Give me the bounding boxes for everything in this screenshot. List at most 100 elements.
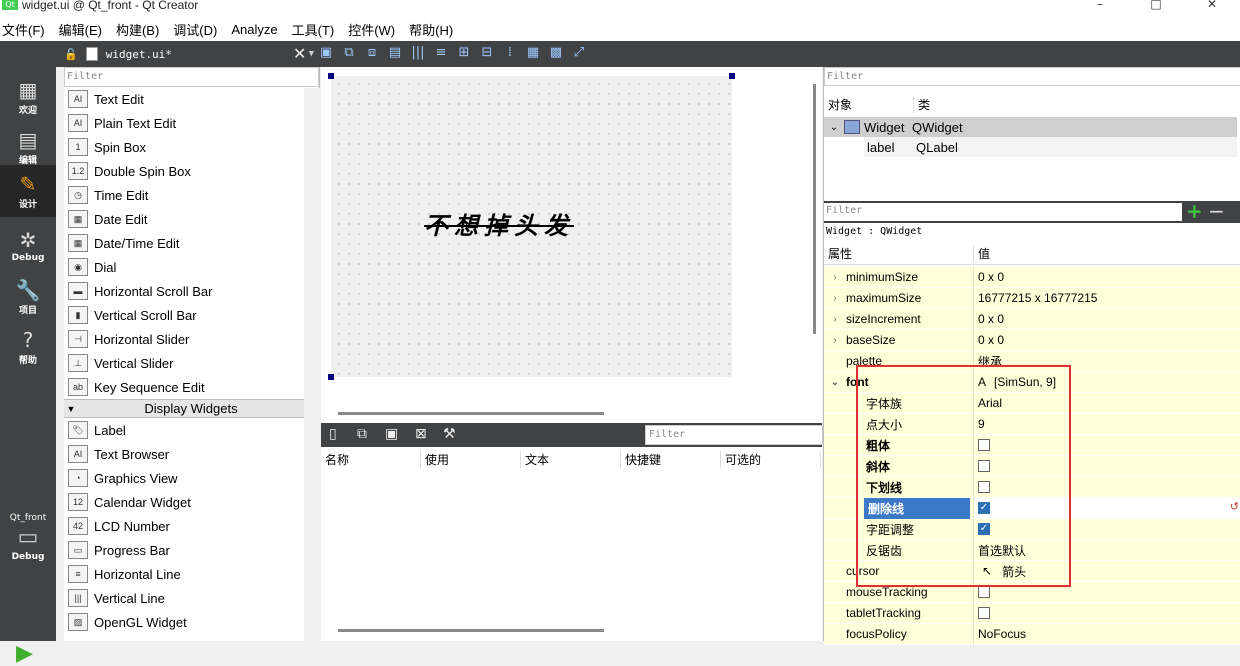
layout-form-icon[interactable]: ⁞ (500, 45, 520, 61)
maximize-button[interactable]: □ (1128, 0, 1184, 10)
col-checkable[interactable]: 可选的 (721, 450, 821, 468)
widget-item-time-edit[interactable]: ◷ Time Edit (64, 183, 304, 207)
widget-item-lcd-number[interactable]: 42 LCD Number (64, 514, 304, 538)
run-icon[interactable]: ▶ (16, 641, 33, 666)
widget-item-vertical-scroll-bar[interactable]: ▮ Vertical Scroll Bar (64, 303, 304, 327)
new-action-icon[interactable]: ▯ (329, 426, 337, 442)
expand-chevron-icon[interactable]: › (824, 335, 846, 346)
widget-item-datetime-edit[interactable]: ▦ Date/Time Edit (64, 231, 304, 255)
category-display-widgets[interactable]: ▼ Display Widgets (64, 399, 304, 418)
widget-item-spin-box[interactable]: 1 Spin Box (64, 135, 304, 159)
expand-chevron-icon[interactable]: › (824, 272, 846, 283)
col-shortcut[interactable]: 快捷键 (621, 450, 721, 468)
property-row-sizeIncrement[interactable]: › sizeIncrement 0 x 0 (824, 308, 1240, 330)
widget-item-horizontal-line[interactable]: ≡ Horizontal Line (64, 562, 304, 586)
resize-handle[interactable] (729, 73, 735, 79)
widget-item-text-browser[interactable]: AI Text Browser (64, 442, 304, 466)
action-filter-input[interactable]: Filter (645, 425, 823, 445)
widget-item-horizontal-slider[interactable]: ⊣ Horizontal Slider (64, 327, 304, 351)
close-window-button[interactable]: ✕ (1184, 0, 1240, 10)
menu-widgets[interactable]: 控件(W) (346, 20, 403, 39)
layout-grid-icon[interactable]: ▦ (523, 45, 543, 61)
widget-item-key-sequence-edit[interactable]: ab Key Sequence Edit (64, 375, 304, 399)
widget-item-label[interactable]: 🏷 Label (64, 418, 304, 442)
adjust-size-icon[interactable]: ⤢ (569, 45, 589, 61)
add-dynamic-property-icon[interactable]: + (1186, 199, 1203, 223)
menu-file[interactable]: 文件(F) (0, 20, 53, 39)
expand-chevron-icon[interactable]: › (824, 314, 846, 325)
open-documents-combo[interactable]: 🔓 widget.ui* ▼ (64, 45, 314, 63)
menu-help[interactable]: 帮助(H) (407, 20, 461, 39)
object-row-widget[interactable]: ⌄ Widget QWidget (824, 117, 1237, 137)
property-row-maximumSize[interactable]: › maximumSize 16777215 x 16777215 (824, 287, 1240, 309)
copy-action-icon[interactable]: ⧉ (357, 426, 367, 442)
menu-edit[interactable]: 编辑(E) (57, 20, 110, 39)
resize-handle[interactable] (328, 73, 334, 79)
col-object[interactable]: 对象 (824, 95, 914, 113)
col-name[interactable]: 名称 (321, 450, 421, 468)
property-row-focusPolicy[interactable]: focusPolicy NoFocus (824, 623, 1240, 645)
widget-item-opengl-widget[interactable]: ▨ OpenGL Widget (64, 610, 304, 634)
widget-item-calendar-widget[interactable]: 12 Calendar Widget (64, 490, 304, 514)
resize-handle[interactable] (328, 374, 334, 380)
layout-horizontal-icon[interactable]: ||| (408, 45, 428, 61)
widget-item-horizontal-scroll-bar[interactable]: ▬ Horizontal Scroll Bar (64, 279, 304, 303)
col-used[interactable]: 使用 (421, 450, 521, 468)
tablet-tracking-checkbox[interactable] (978, 607, 990, 619)
edit-tab-order-icon[interactable]: ▤ (385, 45, 405, 61)
col-value[interactable]: 值 (974, 245, 990, 262)
widget-item-vertical-line[interactable]: ||| Vertical Line (64, 586, 304, 610)
action-hscrollbar[interactable] (338, 629, 604, 632)
mode-welcome[interactable]: ▦ 欢迎 (0, 71, 56, 121)
remove-dynamic-property-icon[interactable]: − (1208, 199, 1225, 223)
widget-item-progress-bar[interactable]: ▭ Progress Bar (64, 538, 304, 562)
object-filter-input[interactable]: Filter (824, 67, 1240, 86)
configure-icon[interactable]: ⚒ (443, 426, 456, 442)
reset-property-icon[interactable]: ↺ (1230, 500, 1239, 513)
property-row-minimumSize[interactable]: › minimumSize 0 x 0 (824, 266, 1240, 288)
form-vscrollbar[interactable] (813, 84, 816, 334)
layout-vsplitter-icon[interactable]: ⊟ (477, 45, 497, 61)
widget-item-date-edit[interactable]: ▦ Date Edit (64, 207, 304, 231)
widget-filter-input[interactable]: Filter (64, 67, 319, 87)
menu-analyze[interactable]: Analyze (229, 22, 285, 37)
widget-item-graphics-view[interactable]: ◔ Graphics View (64, 466, 304, 490)
widget-box-scrollbar[interactable] (304, 88, 320, 641)
close-document-icon[interactable]: ✕ (293, 44, 306, 63)
col-text[interactable]: 文本 (521, 450, 621, 468)
property-row-baseSize[interactable]: › baseSize 0 x 0 (824, 329, 1240, 351)
minimize-button[interactable]: – (1072, 0, 1128, 10)
widget-item-plain-text-edit[interactable]: AI Plain Text Edit (64, 111, 304, 135)
mode-projects[interactable]: 🔧 项目 (0, 271, 56, 321)
expand-chevron-icon[interactable]: › (824, 293, 846, 304)
mouse-tracking-checkbox[interactable] (978, 586, 990, 598)
col-class[interactable]: 类 (914, 96, 930, 113)
mode-debug[interactable]: ✲ Debug (0, 221, 56, 271)
edit-signals-icon[interactable]: ⧉ (339, 45, 359, 61)
collapse-chevron-icon[interactable]: ⌄ (824, 122, 844, 133)
delete-action-icon[interactable]: ⊠ (415, 426, 427, 442)
break-layout-icon[interactable]: ▩ (546, 45, 566, 61)
layout-hsplitter-icon[interactable]: ⊞ (454, 45, 474, 61)
mode-edit[interactable]: ▤ 编辑 (0, 121, 56, 171)
mode-help[interactable]: ? 帮助 (0, 321, 56, 371)
form-hscrollbar[interactable] (338, 412, 604, 415)
kit-selector[interactable]: Qt_front ▭ Debug (0, 513, 56, 562)
layout-vertical-icon[interactable]: ≡ (431, 45, 451, 61)
paste-action-icon[interactable]: ▣ (385, 426, 398, 442)
collapse-chevron-icon[interactable]: ⌄ (824, 377, 846, 388)
widget-item-vertical-slider[interactable]: ⊥ Vertical Slider (64, 351, 304, 375)
edit-buddies-icon[interactable]: ⧈ (362, 45, 382, 61)
widget-item-text-edit[interactable]: AI Text Edit (64, 87, 304, 111)
property-filter-input[interactable]: Filter (824, 203, 1182, 221)
menu-build[interactable]: 构建(B) (114, 20, 167, 39)
edit-widgets-icon[interactable]: ▣ (316, 45, 336, 61)
form-label-widget[interactable]: 不想掉头发 (424, 206, 574, 241)
property-row-tabletTracking[interactable]: tabletTracking (824, 602, 1240, 624)
widget-item-dial[interactable]: ◉ Dial (64, 255, 304, 279)
mode-design[interactable]: ✎ 设计 (0, 165, 56, 217)
widget-item-double-spin-box[interactable]: 1.2 Double Spin Box (64, 159, 304, 183)
menu-debug[interactable]: 调试(D) (171, 20, 225, 39)
col-property[interactable]: 属性 (824, 245, 974, 262)
object-row-label[interactable]: label QLabel (864, 137, 1237, 157)
